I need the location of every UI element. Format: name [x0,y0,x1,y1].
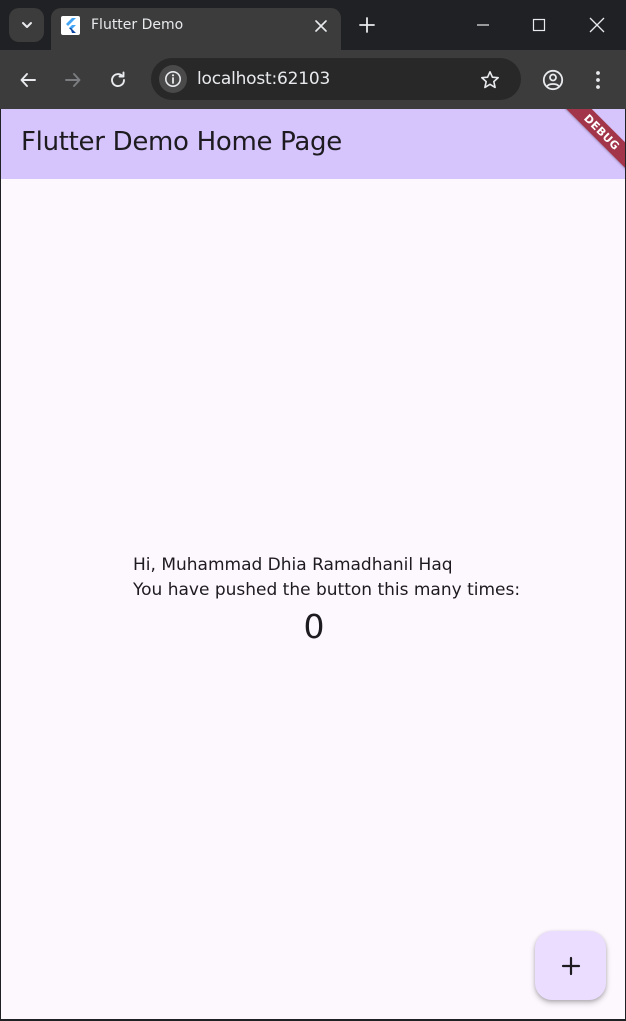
tab-search-button[interactable] [9,8,44,42]
greeting-text: Hi, Muhammad Dhia Ramadhanil Haq [133,555,453,575]
info-icon [165,71,181,87]
flutter-app: Flutter Demo Home Page DEBUG Hi, Muhamma… [1,109,625,1019]
star-icon [481,71,499,89]
close-icon [589,17,605,33]
profile-button[interactable] [537,64,569,96]
push-count-label: You have pushed the button this many tim… [133,580,521,600]
counter-content: Hi, Muhammad Dhia Ramadhanil Haq You hav… [133,553,533,646]
url-text[interactable]: localhost:62103 [197,69,330,89]
close-icon [315,20,327,32]
maximize-button[interactable] [511,0,567,50]
reload-button[interactable] [102,64,134,96]
site-info-button[interactable] [159,65,187,93]
address-bar[interactable]: localhost:62103 [151,58,521,100]
plus-icon [359,17,375,33]
forward-button[interactable] [57,64,89,96]
increment-button[interactable] [535,931,606,1000]
chevron-down-icon [21,22,32,28]
arrow-left-icon [20,73,36,87]
browser-titlebar: Flutter Demo [0,0,626,50]
counter-value: 0 [303,607,325,646]
browser-toolbar: localhost:62103 [0,50,626,109]
plus-icon [561,956,580,975]
new-tab-button[interactable] [354,12,380,38]
browser-tab[interactable]: Flutter Demo [51,8,341,50]
bookmark-button[interactable] [477,67,503,93]
tab-close-button[interactable] [311,16,331,36]
browser-menu-button[interactable] [582,64,614,96]
minimize-button[interactable] [455,0,511,50]
arrow-right-icon [65,73,81,87]
app-bar: Flutter Demo Home Page [1,109,625,179]
profile-icon [542,69,564,91]
maximize-icon [532,18,546,32]
flutter-logo-icon [61,16,80,35]
minimize-icon [477,24,489,26]
page-title: Flutter Demo Home Page [21,127,342,157]
back-button[interactable] [12,64,44,96]
more-vertical-icon [596,71,600,89]
tab-title: Flutter Demo [91,17,184,33]
window-close-button[interactable] [569,0,625,50]
reload-icon [111,71,125,88]
window-border-left [0,109,1,1021]
